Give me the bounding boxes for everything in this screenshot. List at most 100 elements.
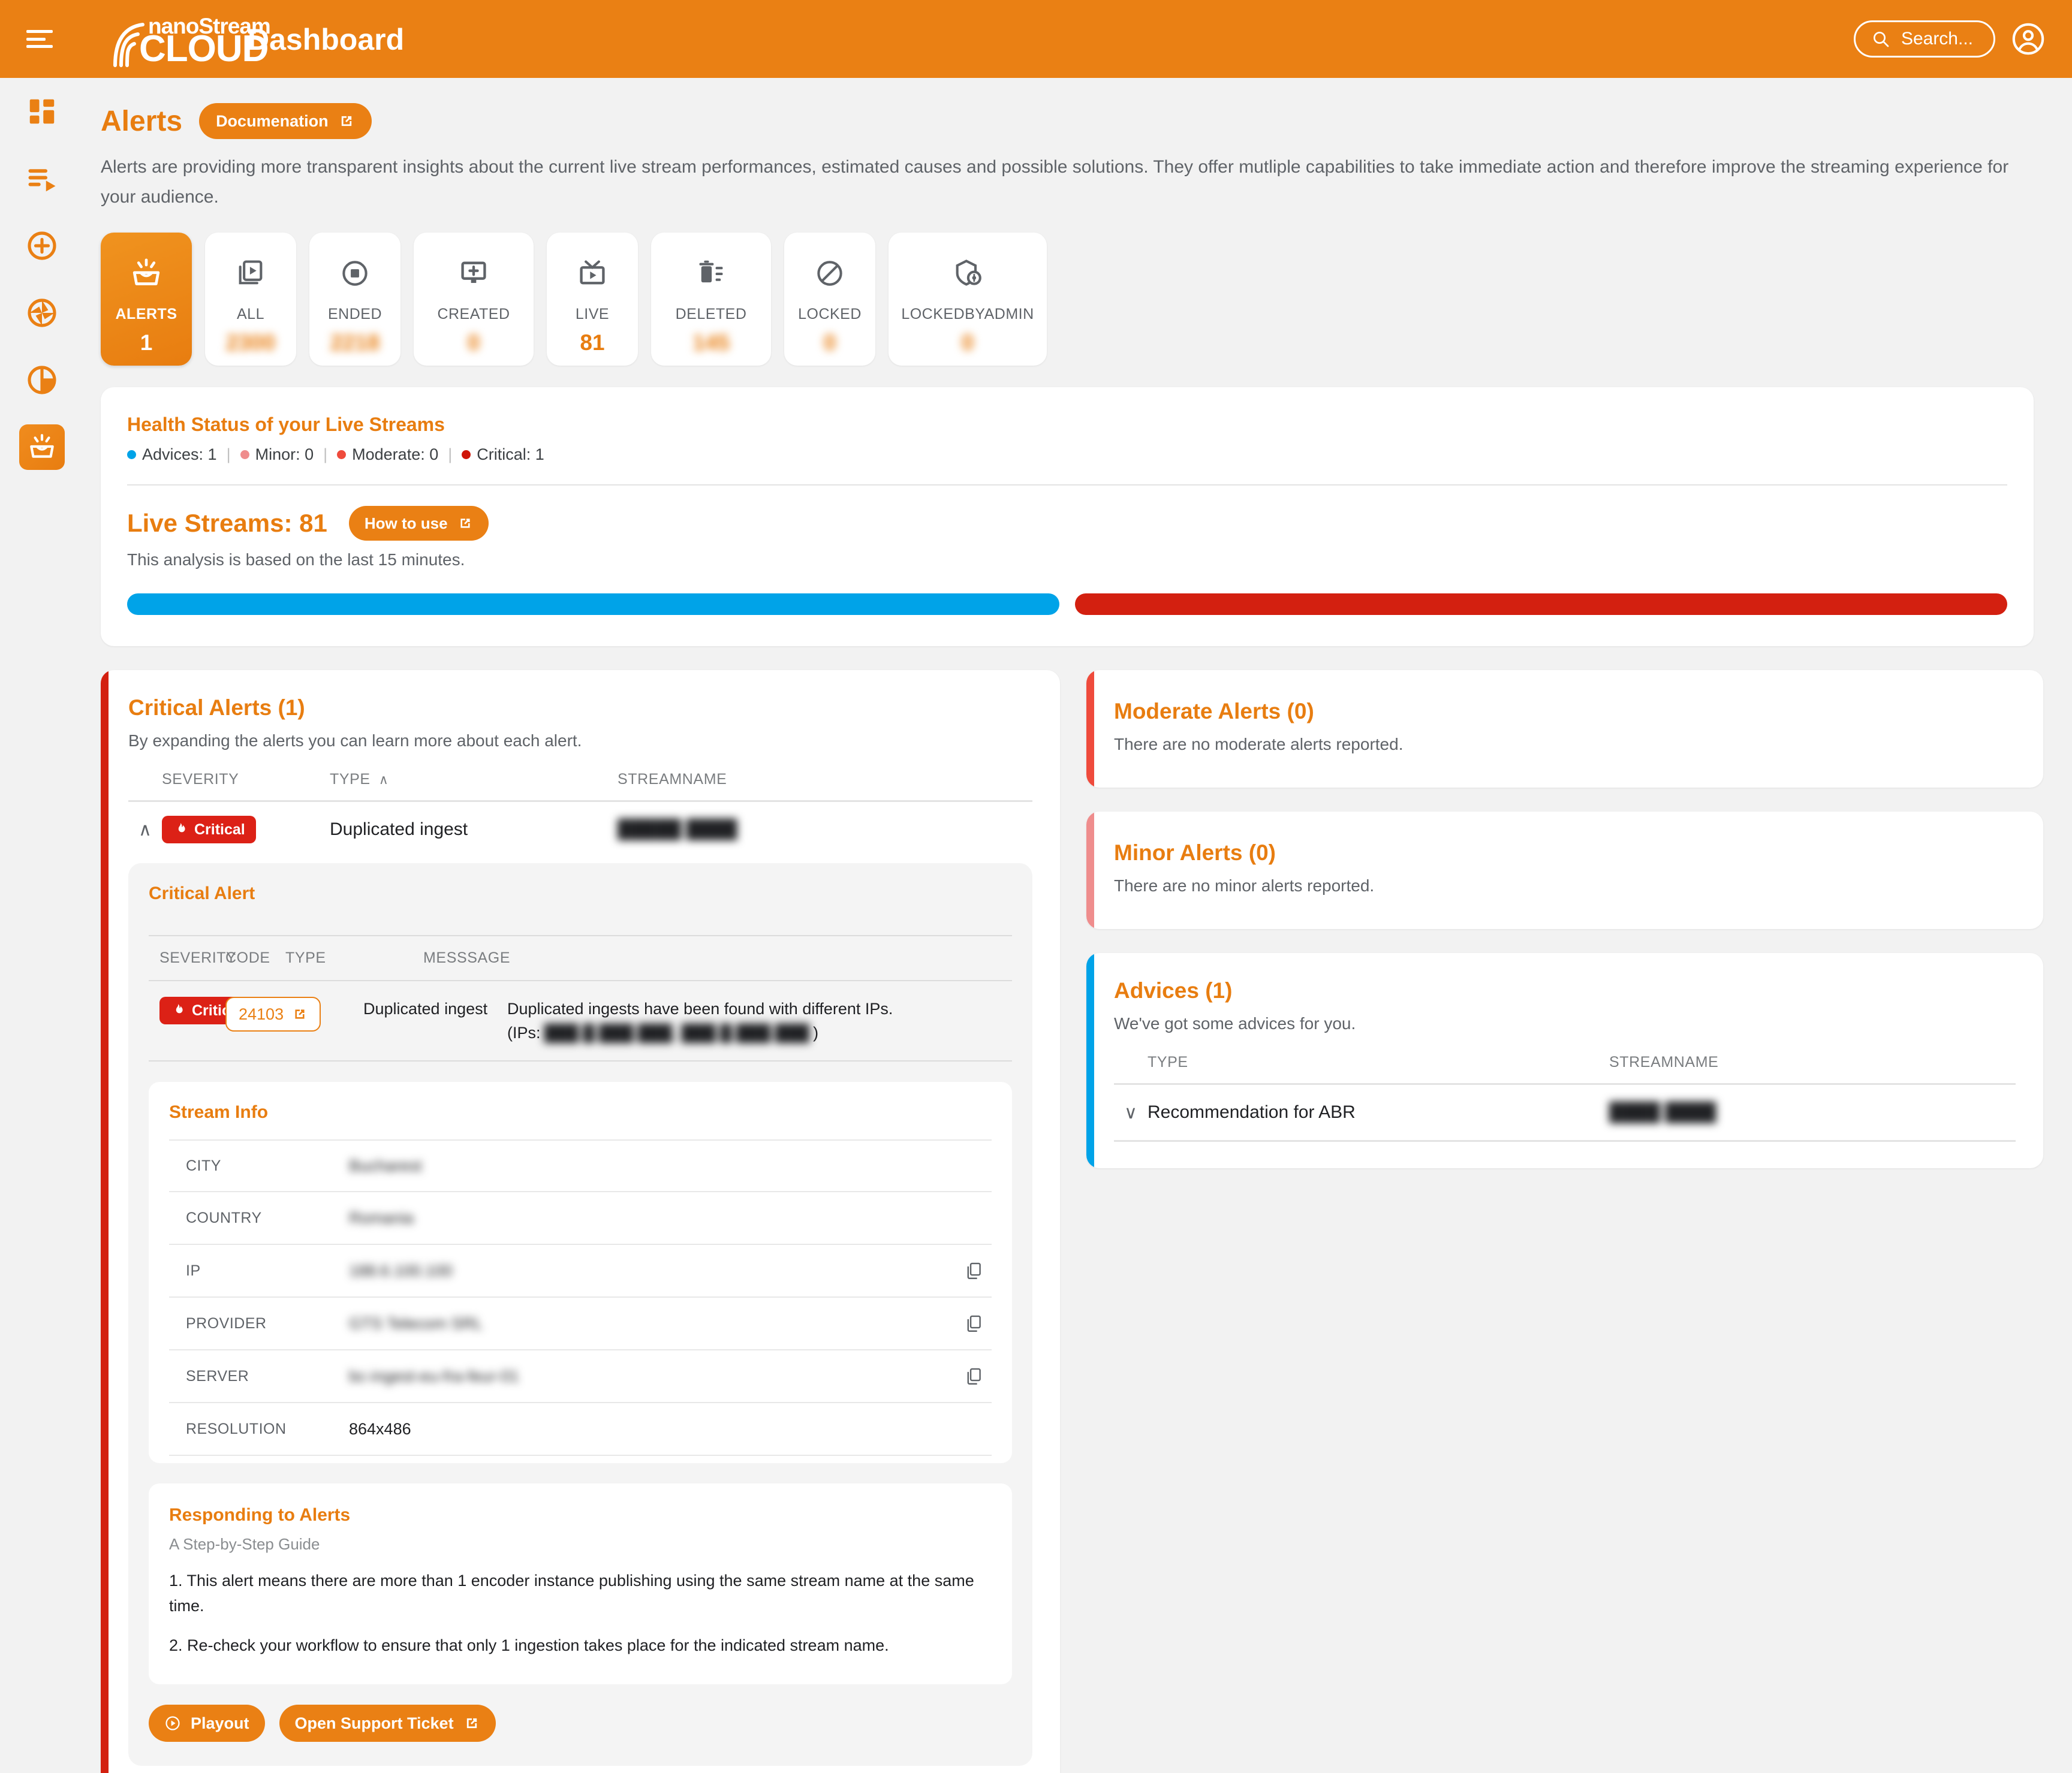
expand-chevron-icon[interactable]: ∨ <box>1114 1102 1148 1123</box>
hamburger-icon[interactable] <box>26 30 53 48</box>
copy-server-button[interactable] <box>956 1366 992 1386</box>
stat-card-label: LOCKEDBYADMIN <box>901 306 1034 322</box>
stream-info-title: Stream Info <box>169 1102 269 1122</box>
stat-card-value: 81 <box>580 330 605 355</box>
detail-divider-bottom <box>149 1060 1012 1062</box>
stat-card-value: 2218 <box>330 330 380 355</box>
stat-card-all[interactable]: ALL 2300 <box>205 233 296 366</box>
live-streams-row: Live Streams: 81 How to use <box>127 506 2007 541</box>
alert-actions: Playout Open Support Ticket <box>149 1705 1012 1742</box>
sidebar-item-playlist[interactable] <box>0 145 84 212</box>
info-key: SERVER <box>186 1367 249 1385</box>
legend-dot-minor <box>240 450 249 459</box>
minor-alerts-title: Minor Alerts (0) <box>1114 840 1276 865</box>
trash-list-icon <box>695 254 727 293</box>
column-header-type-label: TYPE <box>330 771 371 788</box>
minor-alerts-message: There are no minor alerts reported. <box>1114 876 1375 895</box>
status-badge: Critical <box>162 816 256 843</box>
table-row[interactable]: ∨ Recommendation for ABR ████ ████ <box>1114 1085 2016 1140</box>
stat-card-label: LIVE <box>575 306 610 322</box>
moderate-stripe <box>1086 670 1094 788</box>
account-circle-icon[interactable] <box>2011 22 2046 56</box>
info-value: 864x486 <box>349 1419 411 1438</box>
legend-minor: Minor: 0 <box>240 445 314 464</box>
stat-card-live[interactable]: LIVE 81 <box>547 233 638 366</box>
divider <box>127 484 2007 486</box>
copy-play-icon <box>235 254 266 293</box>
responding-to-alerts-card: Responding to Alerts A Step-by-Step Guid… <box>149 1483 1012 1684</box>
info-key: CITY <box>186 1157 221 1174</box>
moderate-alerts-message: There are no moderate alerts reported. <box>1114 735 1404 753</box>
table-row[interactable]: ∧ Critical Duplicated ingest █████ ████ <box>128 802 1032 857</box>
sidebar-item-alerts[interactable] <box>0 414 84 481</box>
info-key: RESOLUTION <box>186 1420 287 1437</box>
open-support-ticket-button[interactable]: Open Support Ticket <box>279 1705 496 1742</box>
column-header-streamname[interactable]: STREAMNAME <box>1609 1054 2016 1071</box>
analysis-note: This analysis is based on the last 15 mi… <box>127 550 465 569</box>
sidebar-item-add[interactable] <box>0 212 84 279</box>
alert-code-button[interactable]: 24103 <box>225 997 321 1032</box>
playout-button[interactable]: Playout <box>149 1705 265 1742</box>
column-header-type[interactable]: TYPE ∧ <box>330 771 618 788</box>
stat-card-lockedbyadmin[interactable]: LOCKEDBYADMIN 0 <box>889 233 1047 366</box>
external-link-icon <box>295 1009 305 1019</box>
playlist-play-icon <box>28 169 56 192</box>
stat-cards: ALERTS 1 ALL 2300 ENDED 2218 CREATED 0 L… <box>84 212 2072 366</box>
moderate-alerts-title: Moderate Alerts (0) <box>1114 699 1314 723</box>
flame-icon <box>176 1004 183 1014</box>
column-header-type[interactable]: TYPE <box>1148 1054 1609 1071</box>
legend-label-minor: Minor: 0 <box>255 445 314 463</box>
stat-card-created[interactable]: CREATED 0 <box>414 233 534 366</box>
legend-label-critical: Critical: 1 <box>477 445 544 463</box>
info-value: bc-ingest-eu-fra-feur-01 <box>349 1367 519 1385</box>
stream-info-row-city: CITY Bucharest <box>169 1139 992 1192</box>
critical-alerts-column: Critical Alerts (1) By expanding the ale… <box>101 670 1060 1773</box>
brand-cloud: CLOUD <box>139 28 269 70</box>
monitor-plus-icon <box>458 254 489 293</box>
search-input[interactable]: Search... <box>1853 20 1995 58</box>
shield-lock-icon <box>952 254 983 293</box>
minor-alerts-panel: Minor Alerts (0) There are no minor aler… <box>1086 812 2043 929</box>
copy-provider-button[interactable] <box>956 1313 992 1334</box>
sidebar-item-dashboard[interactable] <box>0 78 84 145</box>
stat-card-ended[interactable]: ENDED 2218 <box>309 233 400 366</box>
column-header-streamname[interactable]: STREAMNAME <box>618 771 1032 788</box>
guide-step-1: 1. This alert means there are more than … <box>169 1572 974 1615</box>
live-streams-title: Live Streams: 81 <box>127 509 327 537</box>
column-header-severity[interactable]: SEVERITY <box>162 771 330 788</box>
brand-logo[interactable]: nanoStream CLOUD Dashboard <box>108 11 405 70</box>
page-description: Alerts are providing more transparent in… <box>101 157 2009 207</box>
stat-card-deleted[interactable]: DELETED 145 <box>651 233 771 366</box>
info-value: 188.6.100.100 <box>349 1261 453 1280</box>
critical-alert-detail: Critical Alert SEVERITY CODE TYPE MESSSA… <box>128 863 1032 1766</box>
how-to-use-button[interactable]: How to use <box>348 506 489 541</box>
sidebar-item-capture[interactable] <box>0 279 84 346</box>
copy-ip-button[interactable] <box>956 1261 992 1281</box>
minor-stripe <box>1086 812 1094 929</box>
stream-info-row-server: SERVER bc-ingest-eu-fra-feur-01 <box>169 1350 992 1403</box>
top-bar: nanoStream CLOUD Dashboard Search... <box>0 0 2072 78</box>
stat-card-locked[interactable]: LOCKED 0 <box>784 233 875 366</box>
stat-card-alerts[interactable]: ALERTS 1 <box>101 233 192 366</box>
health-bars <box>127 593 2007 615</box>
dashboard-title: Dashboard <box>248 23 405 56</box>
block-icon <box>814 254 845 293</box>
sort-ascending-icon: ∧ <box>378 771 389 787</box>
info-value: Bucharest <box>349 1156 422 1175</box>
alert-code-label: 24103 <box>239 1005 284 1023</box>
search-icon <box>1873 32 1889 47</box>
other-alerts-column: Moderate Alerts (0) There are no moderat… <box>1086 670 2043 1168</box>
guide-title: Responding to Alerts <box>169 1505 351 1525</box>
message-line-2: (IPs: ███.█.███.███, ███.█.███.███ ) <box>507 1021 1012 1045</box>
documentation-button[interactable]: Documenation <box>199 103 372 139</box>
message-ips-suffix: ) <box>813 1024 819 1042</box>
collapse-chevron-icon[interactable]: ∧ <box>128 819 162 840</box>
aperture-icon <box>28 298 56 327</box>
copy-icon <box>967 1262 981 1279</box>
detail-column-severity: SEVERITY <box>159 949 237 966</box>
info-key: IP <box>186 1262 201 1279</box>
critical-stripe <box>101 670 109 1773</box>
sidebar-item-analytics[interactable] <box>0 346 84 414</box>
critical-alerts-panel: Critical Alerts (1) By expanding the ale… <box>101 670 1060 1773</box>
message-ips-prefix: (IPs: <box>507 1024 541 1042</box>
